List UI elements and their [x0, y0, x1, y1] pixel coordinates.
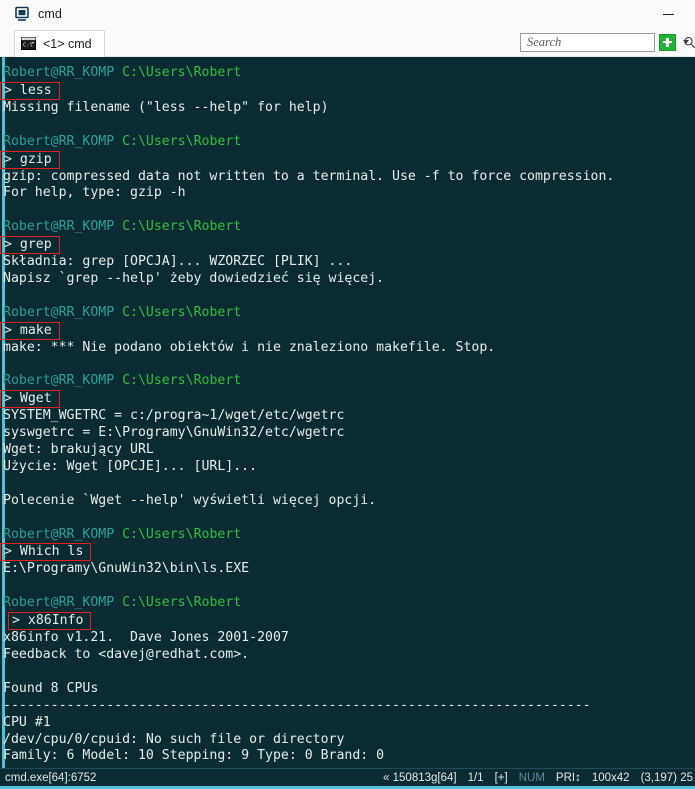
prompt-path: C:\Users\Robert [122, 304, 242, 320]
command-highlight-box: > Wget [0, 390, 60, 409]
title-bar: cmd [0, 0, 695, 28]
output-line: Użycie: Wget [OPCJE]... [URL]... [3, 459, 258, 475]
prompt-path: C:\Users\Robert [122, 526, 242, 542]
minimize-icon [662, 13, 674, 15]
output-line: Napisz `grep --help' żeby dowiedzieć się… [3, 271, 385, 287]
prompt-host: Robert@RR_KOMP [3, 373, 115, 389]
prompt-path: C:\Users\Robert [122, 373, 242, 389]
prompt-path: C:\Users\Robert [122, 595, 242, 611]
prompt-path: C:\Users\Robert [122, 219, 242, 235]
output-line: x86info v1.21. Dave Jones 2001-2007 [3, 630, 289, 646]
output-line: Feedback to <davej@redhat.com>. [3, 647, 250, 663]
prompt-host: Robert@RR_KOMP [3, 219, 115, 235]
plus-icon [662, 37, 673, 48]
output-line: /dev/cpu/0/cpuid: No such file or direct… [3, 731, 345, 747]
title-bar-left: cmd [0, 6, 62, 22]
output-line: For help, type: gzip -h [3, 185, 186, 201]
command-line: > make [0, 321, 695, 340]
status-num-lock[interactable]: NUM [519, 772, 545, 784]
prompt-line: Robert@RR_KOMP C:\Users\Robert [0, 305, 695, 322]
status-right-group: « 150813g[64] 1/1 [+] NUM PRI↕ 100x42 (3… [383, 772, 695, 784]
output-line: Polecenie `Wget --help' wyświetli więcej… [3, 492, 377, 508]
status-pages: 1/1 [467, 771, 484, 784]
prompt-host: Robert@RR_KOMP [3, 526, 115, 542]
status-priority[interactable]: PRI↕ [556, 772, 581, 784]
cmd-console-icon: C:\ [21, 37, 36, 50]
output-line: Found 8 CPUs [3, 680, 99, 696]
command-highlight-box: > gzip [0, 150, 60, 169]
minimize-button[interactable] [651, 1, 685, 27]
status-cursor-position: (3,197) 25 [640, 771, 693, 784]
window-title: cmd [38, 7, 62, 21]
new-tab-button[interactable] [659, 33, 676, 51]
tab-bar-right-controls [520, 32, 695, 52]
command-highlight-box: > Which ls [0, 543, 92, 562]
status-insert-mode[interactable]: [+] [495, 772, 508, 784]
chevron-down-icon[interactable] [681, 38, 690, 47]
command-highlight-box: > make [0, 321, 60, 340]
command-line: > Wget [0, 390, 695, 409]
title-bar-controls [651, 1, 695, 27]
search-box[interactable] [520, 32, 695, 52]
output-line: SYSTEM_WGETRC = c:/progra~1/wget/etc/wge… [3, 408, 345, 424]
tab-bar: C:\ <1> cmd [0, 28, 695, 57]
command-highlight-box: > x86Info [8, 612, 92, 631]
command-highlight-box: > grep [0, 236, 60, 255]
prompt-line: Robert@RR_KOMP C:\Users\Robert [0, 595, 695, 612]
prompt-line: Robert@RR_KOMP C:\Users\Robert [0, 134, 695, 151]
tab-label: <1> cmd [43, 36, 92, 51]
command-line: > gzip [0, 150, 695, 169]
output-line: Missing filename ("less --help" for help… [3, 99, 329, 115]
terminal-output: Robert@RR_KOMP C:\Users\Robert > less Miss… [0, 65, 695, 765]
conemu-window: cmd C:\ <1> cmd Search Robert@RR_KOMP C:… [0, 0, 695, 789]
prompt-line: Robert@RR_KOMP C:\Users\Robert [0, 65, 695, 82]
output-line: make: *** Nie podano obiektów i nie znal… [3, 339, 496, 355]
prompt-host: Robert@RR_KOMP [3, 133, 115, 149]
command-highlight-box: > less [0, 81, 60, 100]
status-console-size[interactable]: 100x42 [592, 772, 630, 784]
output-line: Wget: brakujący URL [3, 442, 154, 458]
svg-text:C:\: C:\ [23, 42, 33, 48]
output-line: CPU #1 [3, 714, 51, 730]
prompt-host: Robert@RR_KOMP [3, 595, 115, 611]
output-line: Family: 6 Model: 10 Stepping: 9 Type: 0 … [3, 748, 385, 764]
status-bar: cmd.exe[64]:6752 « 150813g[64] 1/1 [+] N… [0, 768, 695, 786]
status-process: cmd.exe[64]:6752 [5, 771, 97, 784]
output-line: Składnia: grep [OPCJA]... WZORZEC [PLIK]… [3, 254, 353, 270]
prompt-path: C:\Users\Robert [122, 65, 242, 80]
output-line: ----------------------------------------… [3, 697, 591, 713]
terminal-screen[interactable]: Robert@RR_KOMP C:\Users\Robert > less Miss… [0, 57, 695, 768]
prompt-line: Robert@RR_KOMP C:\Users\Robert [0, 373, 695, 390]
prompt-path: C:\Users\Robert [122, 133, 242, 149]
command-line: > less [0, 81, 695, 100]
command-line: > grep [0, 236, 695, 255]
command-line: > Which ls [0, 543, 695, 562]
console-window-icon [14, 6, 30, 22]
prompt-line: Robert@RR_KOMP C:\Users\Robert [0, 219, 695, 236]
output-line: gzip: compressed data not written to a t… [3, 168, 615, 184]
prompt-line: Robert@RR_KOMP C:\Users\Robert [0, 527, 695, 544]
output-line: E:\Programy\GnuWin32\bin\ls.EXE [3, 561, 250, 577]
prompt-host: Robert@RR_KOMP [3, 304, 115, 320]
output-line: syswgetrc = E:\Programy\GnuWin32/etc/wge… [3, 425, 345, 441]
tab-cmd-1[interactable]: C:\ <1> cmd [14, 29, 105, 57]
status-build: « 150813g[64] [383, 771, 457, 784]
command-line: > x86Info [0, 612, 695, 631]
prompt-host: Robert@RR_KOMP [3, 65, 115, 80]
